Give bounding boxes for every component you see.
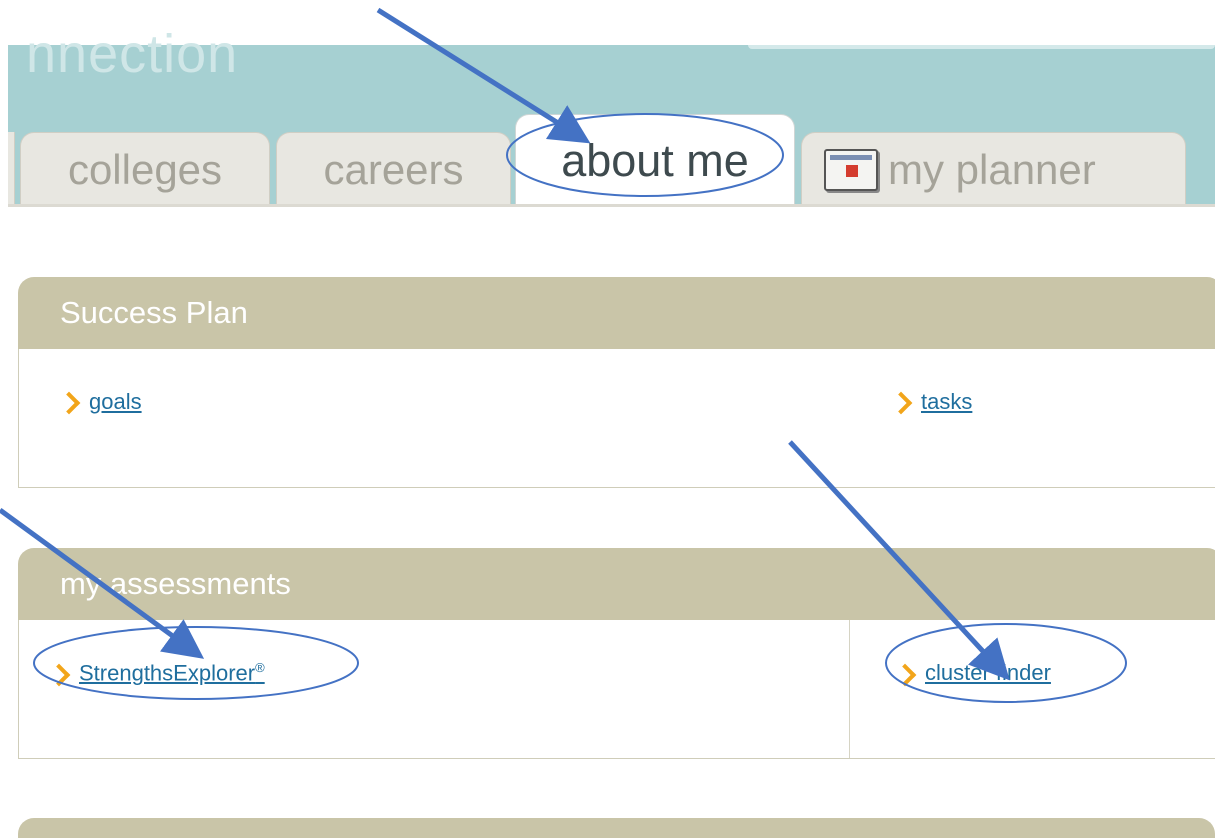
- highlight-ellipse-cluster: [885, 623, 1127, 703]
- arrow-to-cluster: [788, 440, 1010, 681]
- highlight-ellipse-strengths: [33, 626, 359, 700]
- arrow-to-about-me: [376, 7, 591, 144]
- annotation-overlay: [0, 7, 1127, 703]
- arrow-to-strengths: [0, 507, 205, 659]
- highlight-ellipse-about-me: [506, 113, 784, 197]
